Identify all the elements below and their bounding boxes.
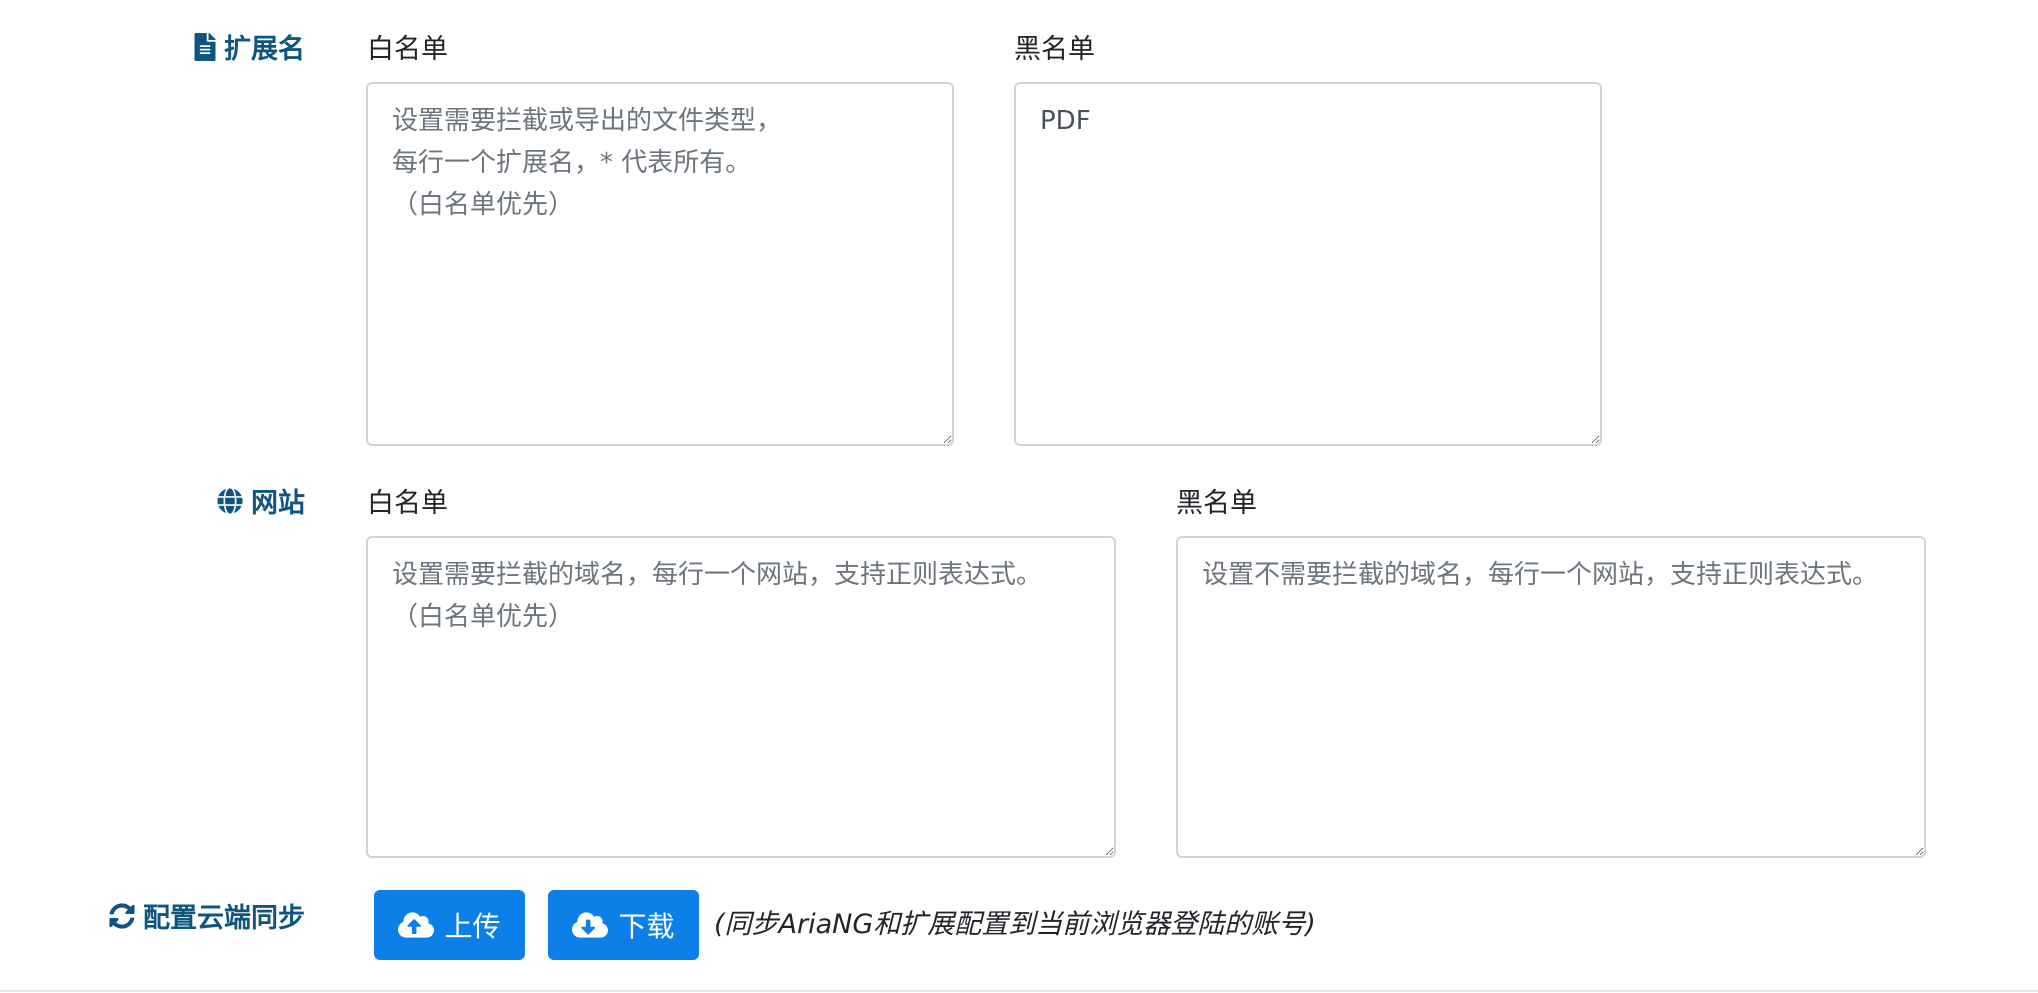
websites-section-label: 网站 xyxy=(217,481,305,520)
extensions-whitelist-label: 白名单 xyxy=(367,34,448,65)
download-button-label: 下载 xyxy=(618,910,675,943)
bottom-divider xyxy=(0,990,2038,992)
upload-button-label: 上传 xyxy=(444,910,501,943)
extensions-blacklist-label: 黑名单 xyxy=(1014,34,1095,65)
websites-whitelist-label: 白名单 xyxy=(367,488,448,519)
websites-whitelist-textarea[interactable] xyxy=(366,536,1116,858)
websites-blacklist-label: 黑名单 xyxy=(1176,488,1257,519)
websites-blacklist-textarea[interactable] xyxy=(1176,536,1926,858)
extensions-section-label: 扩展名 xyxy=(194,27,305,66)
globe-icon xyxy=(217,487,243,514)
cloud-sync-note: (同步AriaNG和扩展配置到当前浏览器登陆的账号) xyxy=(714,909,1316,940)
cloud-sync-section-label: 配置云端同步 xyxy=(109,896,305,935)
upload-button[interactable]: 上传 xyxy=(374,890,525,960)
websites-section-title: 网站 xyxy=(251,488,305,519)
file-icon xyxy=(194,32,216,61)
extensions-section-title: 扩展名 xyxy=(224,34,305,65)
extensions-blacklist-textarea[interactable]: PDF xyxy=(1014,82,1602,446)
extensions-whitelist-textarea[interactable] xyxy=(366,82,954,446)
cloud-sync-section-title: 配置云端同步 xyxy=(143,903,305,934)
cloud-upload-icon xyxy=(398,912,435,938)
download-button[interactable]: 下载 xyxy=(548,890,699,960)
cloud-download-icon xyxy=(572,912,609,938)
sync-icon xyxy=(109,902,135,929)
